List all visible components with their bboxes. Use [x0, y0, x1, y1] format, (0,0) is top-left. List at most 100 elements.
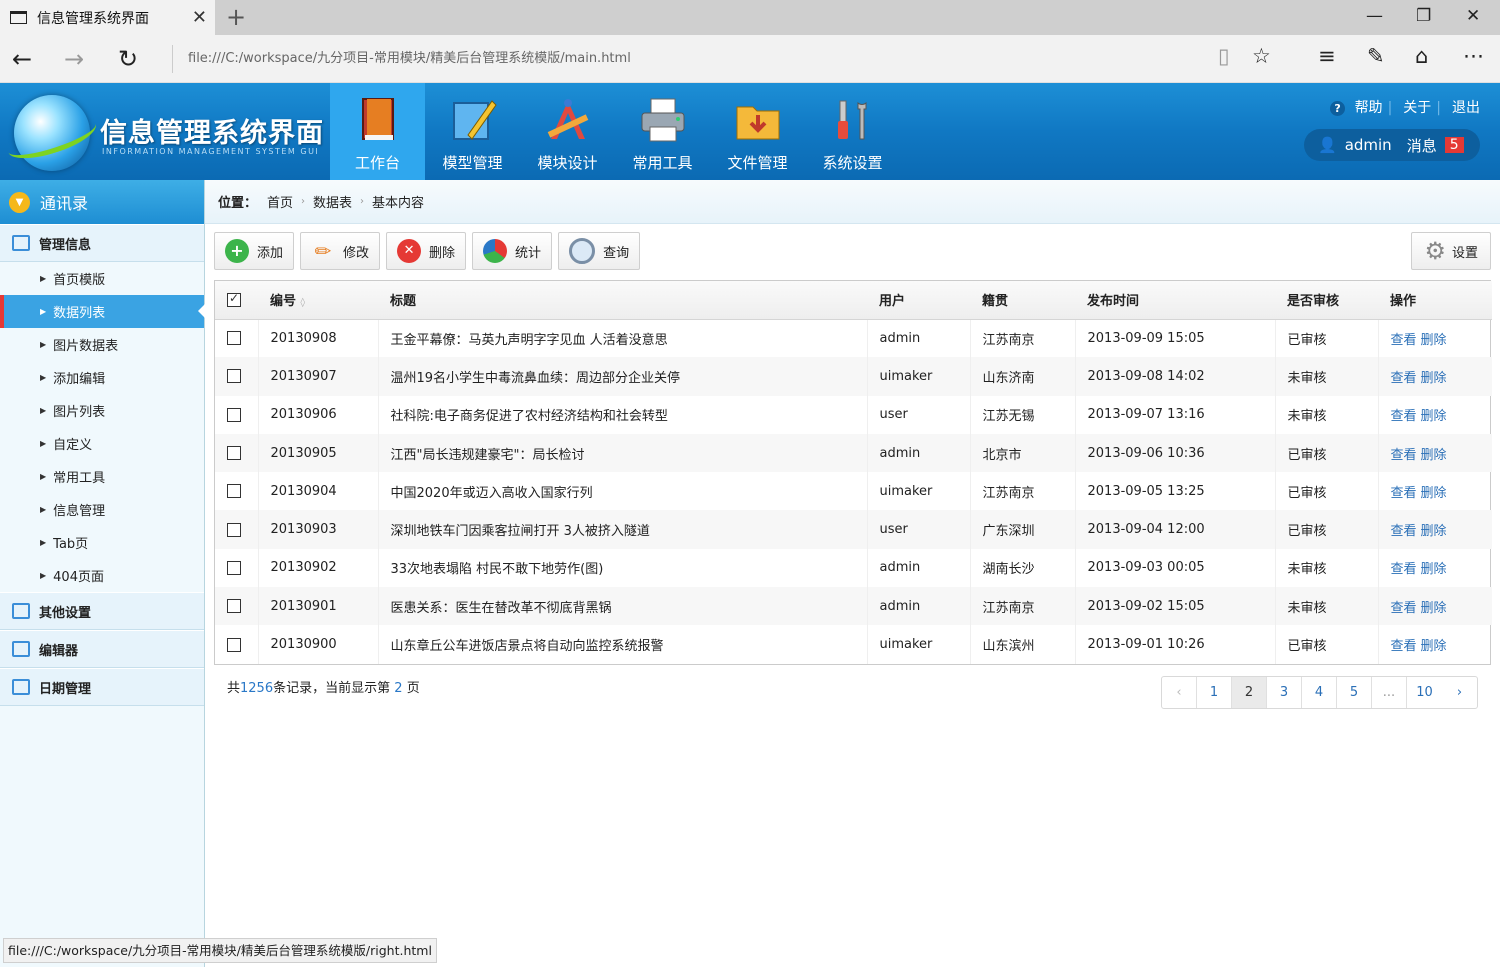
- page-button[interactable]: 3: [1267, 677, 1302, 708]
- forward-icon[interactable]: →: [64, 45, 84, 73]
- sidebar-section-date-manage[interactable]: 日期管理: [0, 668, 204, 706]
- row-checkbox[interactable]: [227, 369, 241, 384]
- plus-icon: +: [225, 239, 249, 263]
- url-field[interactable]: file:///C:/workspace/九分项目-常用模块/精美后台管理系统模…: [172, 45, 1202, 73]
- sidebar-header[interactable]: ▼ 通讯录: [0, 180, 204, 224]
- delete-link[interactable]: 删除: [1421, 601, 1447, 616]
- next-page-icon[interactable]: ›: [1442, 677, 1477, 708]
- sidebar-item-home-template[interactable]: ▶ 首页模版: [0, 262, 204, 295]
- web-note-icon[interactable]: ✎: [1367, 44, 1385, 68]
- minimize-icon[interactable]: —: [1366, 6, 1383, 26]
- user-pill[interactable]: 👤 admin 消息 5: [1304, 129, 1480, 161]
- view-link[interactable]: 查看: [1391, 601, 1417, 616]
- refresh-icon[interactable]: ↻: [118, 45, 138, 73]
- about-link[interactable]: 关于: [1403, 100, 1431, 116]
- printer-icon: [638, 95, 688, 145]
- sidebar-section-other-settings[interactable]: 其他设置: [0, 592, 204, 630]
- delete-link[interactable]: 删除: [1421, 448, 1447, 463]
- back-icon[interactable]: ←: [12, 45, 32, 73]
- page-button[interactable]: 5: [1337, 677, 1372, 708]
- edit-button[interactable]: ✏ 修改: [300, 232, 381, 270]
- sidebar-item-image-data-table[interactable]: ▶ 图片数据表: [0, 328, 204, 361]
- sidebar-item-common-tools[interactable]: ▶ 常用工具: [0, 460, 204, 493]
- cell-user: admin: [867, 548, 971, 588]
- share-icon[interactable]: ⌂: [1415, 44, 1428, 68]
- cell-title: 中国2020年或迈入高收入国家行列: [378, 472, 868, 511]
- nav-file-manage[interactable]: 文件管理: [710, 83, 805, 180]
- row-checkbox[interactable]: [227, 599, 241, 614]
- table-row: 20130908 王金平幕僚：马英九声明字字见血 人活着没意思 admin 江苏南京 2…: [215, 319, 1492, 358]
- page-button[interactable]: 10: [1407, 677, 1442, 708]
- cell-status: 未审核: [1275, 357, 1379, 396]
- delete-link[interactable]: 删除: [1421, 524, 1447, 539]
- view-link[interactable]: 查看: [1391, 639, 1417, 654]
- view-link[interactable]: 查看: [1391, 524, 1417, 539]
- select-all-checkbox[interactable]: [227, 291, 241, 307]
- sidebar-item-tab-page[interactable]: ▶ Tab页: [0, 526, 204, 559]
- settings-button[interactable]: ⚙ 设置: [1411, 232, 1491, 270]
- cell-status: 未审核: [1275, 548, 1379, 588]
- data-table: 编号 ◊ 标题 用户 籍贯 发布时间 是否审核 操作 20130908王金平幕僚…: [214, 280, 1492, 665]
- help-link[interactable]: 帮助: [1355, 100, 1383, 116]
- sidebar-item-custom[interactable]: ▶ 自定义: [0, 427, 204, 460]
- browser-tab[interactable]: 信息管理系统界面 ✕: [0, 0, 215, 35]
- table-header-row: 编号 ◊ 标题 用户 籍贯 发布时间 是否审核 操作: [215, 281, 1492, 320]
- breadcrumb-item[interactable]: 数据表: [313, 192, 352, 211]
- view-link[interactable]: 查看: [1391, 333, 1417, 348]
- stats-button[interactable]: 统计: [472, 232, 553, 270]
- add-button[interactable]: + 添加: [214, 232, 295, 270]
- favorite-icon[interactable]: ☆: [1252, 44, 1271, 68]
- sidebar-item-image-list[interactable]: ▶ 图片列表: [0, 394, 204, 427]
- reading-view-icon[interactable]: ▯: [1218, 44, 1230, 68]
- breadcrumb-item[interactable]: 首页: [267, 192, 293, 211]
- sidebar-section-editor[interactable]: 编辑器: [0, 630, 204, 668]
- cell-title: 深圳地铁车门因乘客拉闸打开 3人被挤入隧道: [378, 510, 868, 549]
- nav-module-design[interactable]: 模块设计: [520, 83, 615, 180]
- delete-link[interactable]: 删除: [1421, 333, 1447, 348]
- page-button[interactable]: 2: [1232, 677, 1267, 708]
- nav-system-settings[interactable]: 系统设置: [805, 83, 900, 180]
- header-id[interactable]: 编号 ◊: [258, 281, 378, 320]
- delete-link[interactable]: 删除: [1421, 639, 1447, 654]
- nav-common-tools[interactable]: 常用工具: [615, 83, 710, 180]
- restore-icon[interactable]: ❐: [1416, 6, 1431, 26]
- query-button[interactable]: 查询: [558, 232, 641, 270]
- row-checkbox[interactable]: [227, 407, 241, 422]
- prev-page-icon[interactable]: ‹: [1162, 677, 1197, 708]
- delete-link[interactable]: 删除: [1421, 562, 1447, 577]
- view-link[interactable]: 查看: [1391, 371, 1417, 386]
- row-checkbox[interactable]: [227, 522, 241, 537]
- message-label[interactable]: 消息: [1407, 135, 1437, 156]
- logout-link[interactable]: 退出: [1452, 100, 1480, 116]
- row-checkbox[interactable]: [227, 637, 241, 652]
- sidebar-item-add-edit[interactable]: ▶ 添加编辑: [0, 361, 204, 394]
- more-icon[interactable]: ⋯: [1463, 44, 1484, 68]
- view-link[interactable]: 查看: [1391, 562, 1417, 577]
- nav-model-manage[interactable]: 模型管理: [425, 83, 520, 180]
- row-checkbox[interactable]: [227, 484, 241, 499]
- view-link[interactable]: 查看: [1391, 486, 1417, 501]
- sidebar-item-data-list[interactable]: ▶ 数据列表: [0, 295, 205, 328]
- tab-close-icon[interactable]: ✕: [192, 7, 207, 28]
- nav-workbench[interactable]: 工作台: [330, 83, 425, 180]
- sidebar-section-manage-info[interactable]: 管理信息: [0, 224, 204, 262]
- delete-link[interactable]: 删除: [1421, 409, 1447, 424]
- main-content: 位置： 首页 › 数据表 › 基本内容 + 添加 ✏ 修改 ✕ 删除 统计 查询…: [205, 180, 1500, 967]
- delete-link[interactable]: 删除: [1421, 371, 1447, 386]
- hub-icon[interactable]: ≡: [1318, 44, 1336, 68]
- page-button[interactable]: 4: [1302, 677, 1337, 708]
- folder-icon: [733, 95, 783, 145]
- delete-button[interactable]: ✕ 删除: [386, 232, 467, 270]
- delete-link[interactable]: 删除: [1421, 486, 1447, 501]
- view-link[interactable]: 查看: [1391, 409, 1417, 424]
- page-button[interactable]: 1: [1197, 677, 1232, 708]
- row-checkbox[interactable]: [227, 560, 241, 575]
- browser-status-bar: file:///C:/workspace/九分项目-常用模块/精美后台管理系统模…: [3, 938, 437, 963]
- row-checkbox[interactable]: [227, 331, 241, 346]
- sidebar-item-404-page[interactable]: ▶ 404页面: [0, 559, 204, 592]
- window-close-icon[interactable]: ✕: [1466, 6, 1480, 26]
- view-link[interactable]: 查看: [1391, 448, 1417, 463]
- sidebar-item-info-manage[interactable]: ▶ 信息管理: [0, 493, 204, 526]
- row-checkbox[interactable]: [227, 446, 241, 461]
- new-tab-icon[interactable]: +: [226, 3, 246, 31]
